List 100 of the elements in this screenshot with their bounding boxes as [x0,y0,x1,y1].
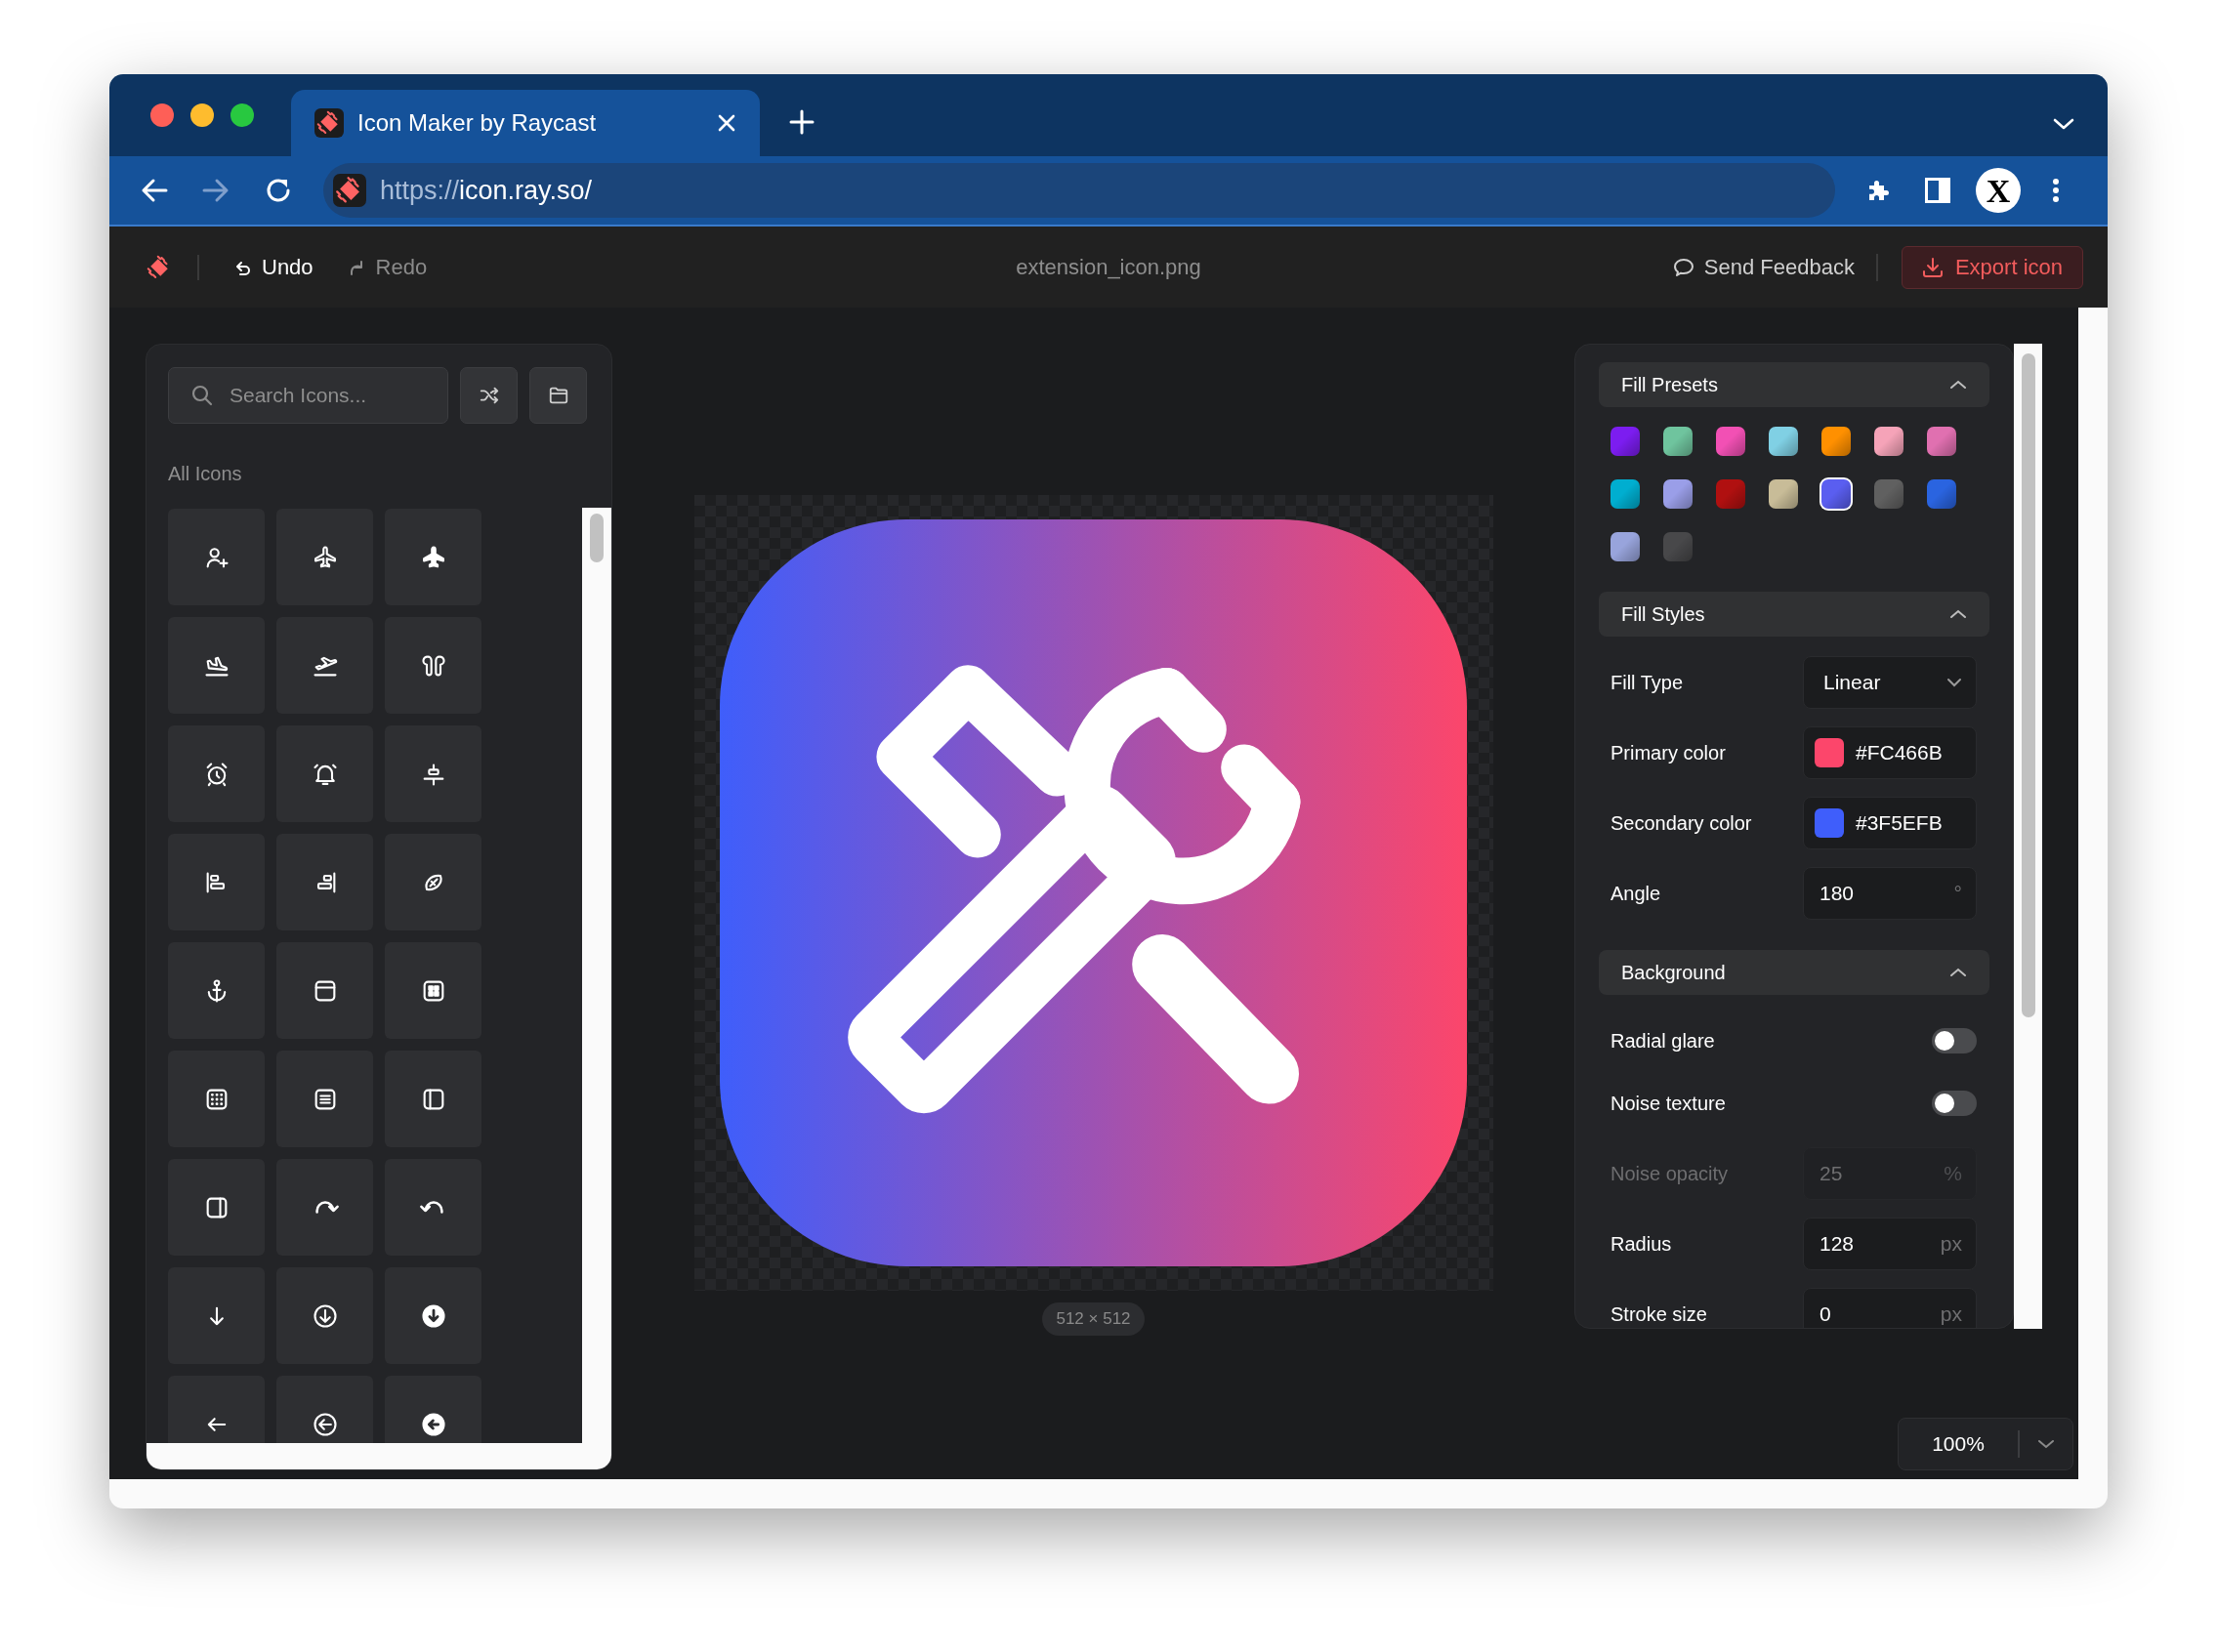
color-preset[interactable] [1821,427,1851,456]
arrow-down-circle-icon [419,1301,447,1330]
unit-label: % [1944,1161,1962,1187]
back-icon[interactable] [141,178,168,203]
icon-tile[interactable] [168,942,265,1039]
color-preset[interactable] [1610,532,1640,561]
section-header[interactable]: Fill Styles [1599,592,1989,637]
chevron-down-icon [1946,678,1962,687]
color-preset[interactable] [1769,427,1798,456]
icon-tile[interactable] [276,509,373,605]
color-preset[interactable] [1716,479,1745,509]
color-preset[interactable] [1874,427,1903,456]
number-field[interactable]: 0 px [1803,1288,1977,1328]
icon-tile[interactable] [385,1159,481,1256]
icon-tile[interactable] [168,1267,265,1364]
minimize-window-button[interactable] [190,103,214,127]
icon-tile[interactable] [168,834,265,930]
color-swatch[interactable] [1815,808,1844,838]
url-text: https://icon.ray.so/ [380,174,593,207]
color-preset[interactable] [1663,427,1693,456]
icon-tile[interactable] [276,617,373,714]
tab-list-chevron-icon[interactable] [2053,117,2074,131]
number-value: 180 [1820,881,1855,907]
icon-tile[interactable] [385,942,481,1039]
color-preset[interactable] [1716,427,1745,456]
icon-tile[interactable] [276,725,373,822]
side-panel-icon[interactable] [1925,178,1950,203]
color-field[interactable]: #3F5EFB [1803,797,1977,849]
icon-tile[interactable] [276,1267,373,1364]
folder-icon [547,385,569,406]
forward-icon[interactable] [202,178,230,203]
shuffle-button[interactable] [460,367,518,424]
icon-tile[interactable] [385,725,481,822]
color-preset[interactable] [1874,479,1903,509]
search-field[interactable]: Search Icons... [168,367,448,424]
icon-tile[interactable] [168,509,265,605]
icon-tile[interactable] [276,1051,373,1147]
profile-avatar[interactable]: X [1976,168,2021,213]
tab-title: Icon Maker by Raycast [357,108,598,138]
section-label: All Icons [168,462,242,486]
scrollbar-thumb[interactable] [2021,353,2035,1017]
number-field[interactable]: 128 px [1803,1218,1977,1270]
zoom-select[interactable]: 100% [1898,1418,2073,1470]
search-icon [191,385,213,406]
number-value: 128 [1820,1231,1855,1258]
setting-label: Secondary color [1610,811,1752,836]
folder-button[interactable] [529,367,587,424]
shuffle-icon [478,385,500,406]
color-preset[interactable] [1821,479,1851,509]
color-field[interactable]: #FC466B [1803,726,1977,779]
icon-tile[interactable] [276,834,373,930]
new-tab-icon[interactable] [789,109,815,135]
icon-tile[interactable] [168,1051,265,1147]
arrow-left-circle-icon [419,1410,447,1438]
scrollbar-thumb[interactable] [590,514,604,562]
icon-tile[interactable] [385,509,481,605]
chevron-down-icon [2037,1438,2055,1450]
color-preset[interactable] [1927,427,1956,456]
setting-label: Noise texture [1610,1092,1726,1116]
reload-icon[interactable] [265,177,292,204]
maximize-window-button[interactable] [230,103,254,127]
close-tab-icon[interactable] [717,113,736,133]
arrow-down-circle-icon [311,1301,339,1330]
setting-label: Fill Type [1610,671,1684,695]
color-preset[interactable] [1610,479,1640,509]
icon-tile[interactable] [168,617,265,714]
section-header[interactable]: Fill Presets [1599,362,1989,407]
color-preset[interactable] [1927,479,1956,509]
setting-label: Radial glare [1610,1029,1715,1053]
section-header[interactable]: Background [1599,950,1989,995]
unit-label: px [1940,1301,1962,1328]
icon-tile[interactable] [385,617,481,714]
address-bar[interactable]: https://icon.ray.so/ [323,163,1835,218]
icon-tile[interactable] [168,1159,265,1256]
menu-icon[interactable] [2052,178,2060,203]
icon-tile[interactable] [385,834,481,930]
app-logo-icon [333,174,366,207]
number-value: 0 [1820,1301,1831,1328]
icon-tile[interactable] [276,1159,373,1256]
color-preset[interactable] [1663,532,1693,561]
color-preset[interactable] [1610,427,1640,456]
icon-tile[interactable] [385,1267,481,1364]
download-icon [1921,256,1944,278]
setting-label: Primary color [1610,741,1726,765]
icon-tile[interactable] [168,725,265,822]
fill-type-select[interactable]: Linear [1803,656,1977,709]
icon-tile[interactable] [385,1051,481,1147]
color-swatch[interactable] [1815,738,1844,767]
undo-button[interactable]: Undo [232,251,314,283]
close-window-button[interactable] [150,103,174,127]
toggle-switch[interactable] [1932,1091,1977,1116]
color-preset[interactable] [1663,479,1693,509]
send-feedback-button[interactable]: Send Feedback [1672,251,1855,283]
export-icon-button[interactable]: Export icon [1901,245,2083,289]
zoom-value: 100% [1931,1431,1986,1458]
color-preset[interactable] [1769,479,1798,509]
icon-tile[interactable] [276,942,373,1039]
number-field[interactable]: 180 ° [1803,867,1977,920]
browser-tab[interactable]: Icon Maker by Raycast [291,90,760,156]
toggle-switch[interactable] [1932,1028,1977,1053]
